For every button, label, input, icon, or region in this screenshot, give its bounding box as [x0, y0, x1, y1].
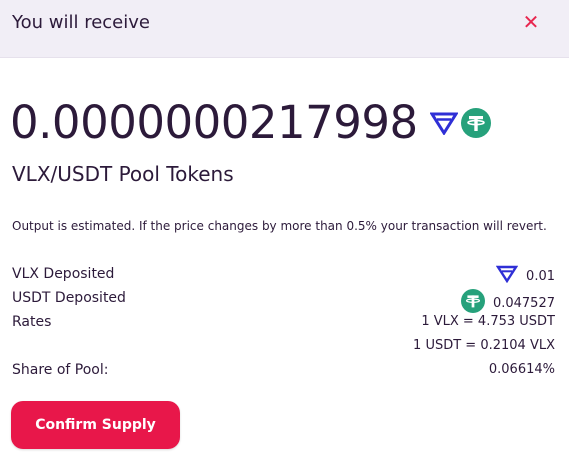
share-of-pool-label: Share of Pool:: [12, 362, 109, 378]
receive-amount-row: 0.0000000217998: [10, 96, 491, 150]
rate-vlx-usdt: 1 VLX = 4.753 USDT: [421, 314, 555, 329]
share-of-pool-value: 0.06614%: [488, 362, 555, 377]
modal-title: You will receive: [12, 12, 150, 33]
pool-token-label: VLX/USDT Pool Tokens: [12, 162, 234, 186]
receive-amount: 0.0000000217998: [10, 96, 418, 149]
usdt-token-icon: [460, 108, 491, 138]
usdt-deposited-label: USDT Deposited: [12, 290, 126, 306]
pair-icons: [429, 108, 491, 138]
close-icon[interactable]: ✕: [521, 12, 541, 32]
vlx-deposited-value: 0.01: [526, 269, 555, 284]
vlx-token-icon: [429, 111, 458, 135]
deposit-details: VLX Deposited 0.01 USDT Deposited 0.0475…: [12, 262, 555, 382]
rate-usdt-vlx: 1 USDT = 0.2104 VLX: [413, 338, 555, 353]
estimate-note: Output is estimated. If the price change…: [12, 219, 547, 233]
rates-row: Rates 1 VLX = 4.753 USDT: [12, 310, 555, 334]
vlx-deposited-label: VLX Deposited: [12, 266, 115, 282]
supply-confirmation-modal: You will receive ✕ 0.0000000217998 VLX/U…: [0, 0, 569, 460]
rates-row-2: 1 USDT = 0.2104 VLX: [12, 334, 555, 358]
usdt-deposited-row: USDT Deposited 0.047527: [12, 286, 555, 313]
share-of-pool-row: Share of Pool: 0.06614%: [12, 358, 555, 382]
modal-header: You will receive ✕: [0, 0, 569, 58]
confirm-supply-button[interactable]: Confirm Supply: [11, 401, 180, 449]
vlx-deposited-row: VLX Deposited 0.01: [12, 262, 555, 286]
rates-label: Rates: [12, 314, 52, 330]
